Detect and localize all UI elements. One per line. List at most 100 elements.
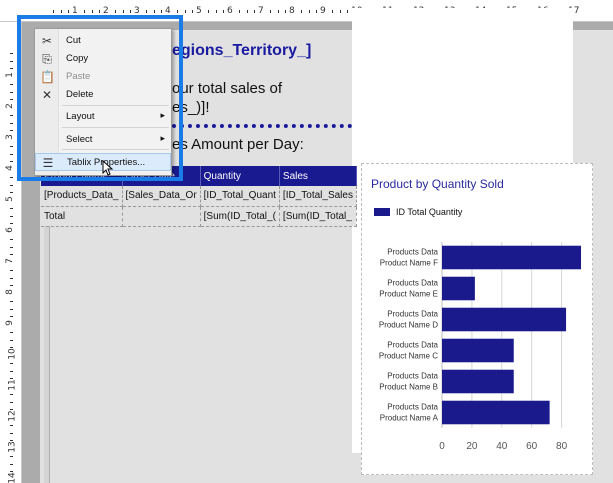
ruler-label: 3	[4, 134, 15, 140]
report-textbox-line[interactable]: es_)]!	[172, 99, 210, 116]
tablix-cell[interactable]: [Sales_Data_Or	[122, 186, 201, 207]
tablix-cell[interactable]	[122, 206, 201, 227]
ruler-label: 6	[227, 6, 233, 16]
tablix-cell[interactable]: [Sum(ID_Total_(	[200, 206, 280, 227]
submenu-arrow-icon: ▸	[160, 133, 165, 143]
ruler-label: 14	[7, 472, 18, 483]
bar	[442, 307, 567, 332]
ruler-tick	[277, 10, 279, 13]
ruler-tick	[10, 409, 13, 411]
category-label: Product Name E	[379, 290, 438, 299]
ruler-tick	[10, 269, 13, 271]
ruler-tick	[10, 114, 13, 116]
table-row[interactable]: Total [Sum(ID_Total_( [Sum(ID_Total_	[41, 206, 357, 227]
ruler-label: 2	[4, 103, 15, 109]
menu-item-select[interactable]: Select ▸	[35, 131, 171, 149]
bar-chart[interactable]: Product by Quantity Sold ID Total Quanti…	[361, 163, 593, 475]
category-label: Product Name F	[380, 259, 438, 268]
tablix-cell[interactable]: [ID_Total_Sales	[279, 186, 357, 207]
report-textbox-line[interactable]: our total sales of	[172, 80, 282, 97]
menu-separator	[62, 149, 169, 150]
ruler-label: 11	[7, 379, 18, 391]
category-label: Product Name C	[379, 352, 438, 361]
ruler-tick	[10, 393, 13, 395]
ruler-tick	[10, 83, 13, 85]
ruler-tick	[114, 10, 116, 13]
tablix-cell[interactable]: [ID_Total_Quant	[200, 186, 280, 207]
menu-item-label: Cut	[66, 35, 81, 46]
tablix-cell[interactable]: [Sum(ID_Total_	[279, 206, 357, 227]
ruler-tick	[10, 223, 13, 225]
ruler-tick	[10, 122, 13, 124]
ruler-tick	[300, 10, 302, 13]
properties-icon: ☰	[42, 156, 54, 170]
ruler-tick	[10, 370, 13, 372]
menu-item-layout[interactable]: Layout ▸	[35, 108, 171, 126]
tablix-cell[interactable]: [Products_Data_	[41, 186, 123, 207]
bar	[442, 276, 475, 301]
ruler-tick	[60, 10, 62, 13]
category-label: Products Data	[387, 279, 438, 288]
ruler-tick	[308, 10, 310, 13]
ruler-tick	[10, 52, 13, 54]
menu-item-label: Copy	[66, 53, 89, 64]
menu-item-label: Layout	[66, 111, 95, 122]
menu-item-copy[interactable]: ⎘ Copy	[35, 50, 171, 68]
table-row[interactable]: [Products_Data_ [Sales_Data_Or [ID_Total…	[41, 186, 357, 207]
ruler-tick	[10, 60, 13, 62]
ruler-label: 8	[289, 6, 295, 16]
ruler-tick	[10, 401, 13, 403]
context-menu[interactable]: ✂ Cut ⎘ Copy 📋 Paste ✕ Delete Layout ▸ Select ▸ ☰ Tab…	[34, 28, 172, 176]
ruler-label: 7	[4, 258, 15, 264]
ruler-tick	[10, 238, 13, 240]
ruler-tick	[347, 10, 349, 13]
bar	[442, 400, 550, 425]
ruler-label: 10	[7, 348, 18, 360]
category-label: Product Name D	[379, 321, 438, 330]
ruler-label: 7	[258, 6, 264, 16]
paste-icon: 📋	[40, 70, 55, 84]
ruler-label: 5	[196, 6, 202, 16]
ruler-label: 4	[4, 165, 15, 171]
ruler-tick	[10, 378, 13, 380]
menu-separator	[62, 105, 169, 106]
ruler-tick	[52, 10, 54, 13]
ruler-tick	[10, 347, 13, 349]
ruler-tick	[254, 10, 256, 13]
vertical-ruler: 1 2 3 4 5 6 7 8 9 10 11 12 13 14	[0, 22, 22, 483]
x-tick-label: 40	[496, 441, 508, 452]
ruler-label: 8	[4, 289, 15, 295]
tablix-header-cell[interactable]: Quantity	[200, 166, 280, 186]
ruler-tick	[10, 153, 13, 155]
ruler-tick	[99, 10, 101, 13]
ruler-tick	[68, 10, 70, 13]
ruler-tick	[10, 300, 13, 302]
report-subtitle[interactable]: es Amount per Day:	[172, 136, 304, 153]
ruler-tick	[10, 285, 13, 287]
category-label: Product Name A	[380, 414, 439, 423]
bar	[442, 245, 582, 270]
ruler-label: 2	[103, 6, 109, 16]
x-tick-label: 80	[556, 441, 568, 452]
menu-item-delete[interactable]: ✕ Delete	[35, 86, 171, 104]
ruler-tick	[10, 316, 13, 318]
report-title-expression[interactable]: egions_Territory_]	[172, 42, 311, 60]
menu-item-paste[interactable]: 📋 Paste	[35, 68, 171, 86]
menu-item-cut[interactable]: ✂ Cut	[35, 32, 171, 50]
ruler-tick	[10, 331, 13, 333]
tablix-header-cell[interactable]: Sales	[279, 166, 357, 186]
ruler-tick	[10, 130, 13, 132]
category-label: Products Data	[387, 372, 438, 381]
ruler-tick	[223, 10, 225, 13]
ruler-tick	[238, 10, 240, 13]
ruler-tick	[10, 207, 13, 209]
ruler-label: 1	[72, 6, 78, 16]
ruler-tick	[10, 277, 13, 279]
ruler-tick	[316, 10, 318, 13]
ruler-tick	[10, 161, 13, 163]
tablix-cell[interactable]: Total	[41, 206, 123, 227]
copy-icon: ⎘	[42, 52, 52, 66]
category-label: Products Data	[387, 310, 438, 319]
ruler-tick	[130, 10, 132, 13]
ruler-tick	[10, 215, 13, 217]
